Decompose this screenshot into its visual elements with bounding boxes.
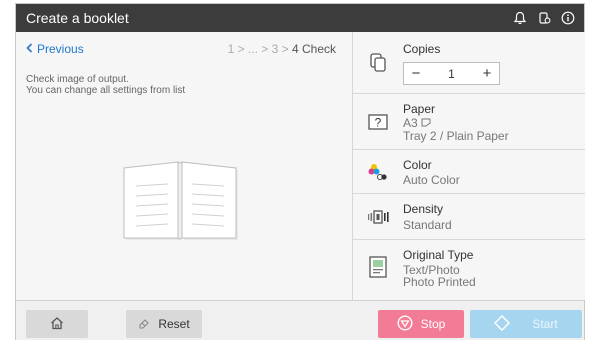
density-setting[interactable]: Density Standard	[353, 194, 585, 240]
chevron-left-icon	[26, 42, 33, 56]
increase-copies-button[interactable]: +	[475, 63, 499, 84]
settings-list: Copies − 1 + ? Paper A3 Tray 2 / Plain P…	[352, 32, 585, 300]
home-icon	[50, 316, 64, 333]
copies-label: Copies	[403, 42, 441, 56]
paper-label: Paper	[403, 102, 436, 116]
title-bar: Create a booklet	[16, 4, 584, 32]
color-setting[interactable]: Color Auto Color	[353, 150, 585, 194]
paper-orientation-icon	[421, 116, 431, 130]
bottom-bar: Reset Stop Start	[16, 300, 584, 340]
instruction-message: Check image of output. You can change al…	[26, 74, 185, 96]
booklet-preview-image	[122, 160, 242, 249]
copies-value[interactable]: 1	[428, 67, 475, 81]
copies-stepper: − 1 +	[403, 62, 500, 85]
start-label: Start	[532, 317, 558, 331]
reset-label: Reset	[158, 317, 190, 331]
original-type-label: Original Type	[403, 248, 474, 262]
reset-button[interactable]: Reset	[126, 310, 202, 338]
step-indicator: 1 > ... > 3 > 4 Check	[228, 42, 336, 56]
preview-panel: Previous 1 > ... > 3 > 4 Check Check ima…	[16, 32, 352, 300]
density-label: Density	[403, 202, 444, 216]
original-type-setting[interactable]: Original Type Text/Photo Photo Printed	[353, 240, 585, 300]
copies-icon	[367, 52, 389, 74]
stop-label: Stop	[420, 317, 446, 331]
paper-question-icon: ?	[367, 111, 389, 133]
message-line-2: You can change all settings from list	[26, 85, 186, 96]
color-label: Color	[403, 158, 432, 172]
copies-setting: Copies − 1 +	[353, 32, 585, 94]
eraser-icon	[138, 317, 150, 332]
bell-icon[interactable]	[510, 8, 530, 28]
header-icons	[510, 8, 578, 28]
device-icon[interactable]	[534, 8, 554, 28]
paper-size-value: A3	[403, 116, 418, 130]
color-value: Auto Color	[403, 173, 460, 187]
paper-setting[interactable]: ? Paper A3 Tray 2 / Plain Paper	[353, 94, 585, 150]
steps-current: 4 Check	[291, 42, 336, 56]
original-type-icon	[367, 256, 389, 278]
message-line-1: Check image of output.	[26, 74, 129, 85]
info-icon[interactable]	[558, 8, 578, 28]
previous-label: Previous	[37, 42, 84, 56]
paper-tray: Tray 2 / Plain Paper	[403, 129, 509, 143]
color-dots-icon	[367, 161, 389, 183]
steps-prefix: 1 > ... > 3 >	[227, 42, 289, 56]
start-button[interactable]: Start	[470, 310, 582, 338]
decrease-copies-button[interactable]: −	[404, 63, 428, 84]
previous-link[interactable]: Previous	[26, 42, 84, 56]
stop-button[interactable]: Stop	[378, 310, 464, 338]
density-value: Standard	[403, 218, 452, 232]
original-type-line-2: Photo Printed	[403, 275, 476, 289]
booklet-screen: Create a booklet Previous 1 > ... > 3 > …	[15, 3, 585, 340]
home-button[interactable]	[26, 310, 88, 338]
window-title: Create a booklet	[26, 10, 129, 26]
svg-text:?: ?	[375, 116, 382, 130]
density-icon	[367, 206, 389, 228]
stop-icon	[397, 314, 413, 334]
start-icon	[494, 314, 511, 334]
